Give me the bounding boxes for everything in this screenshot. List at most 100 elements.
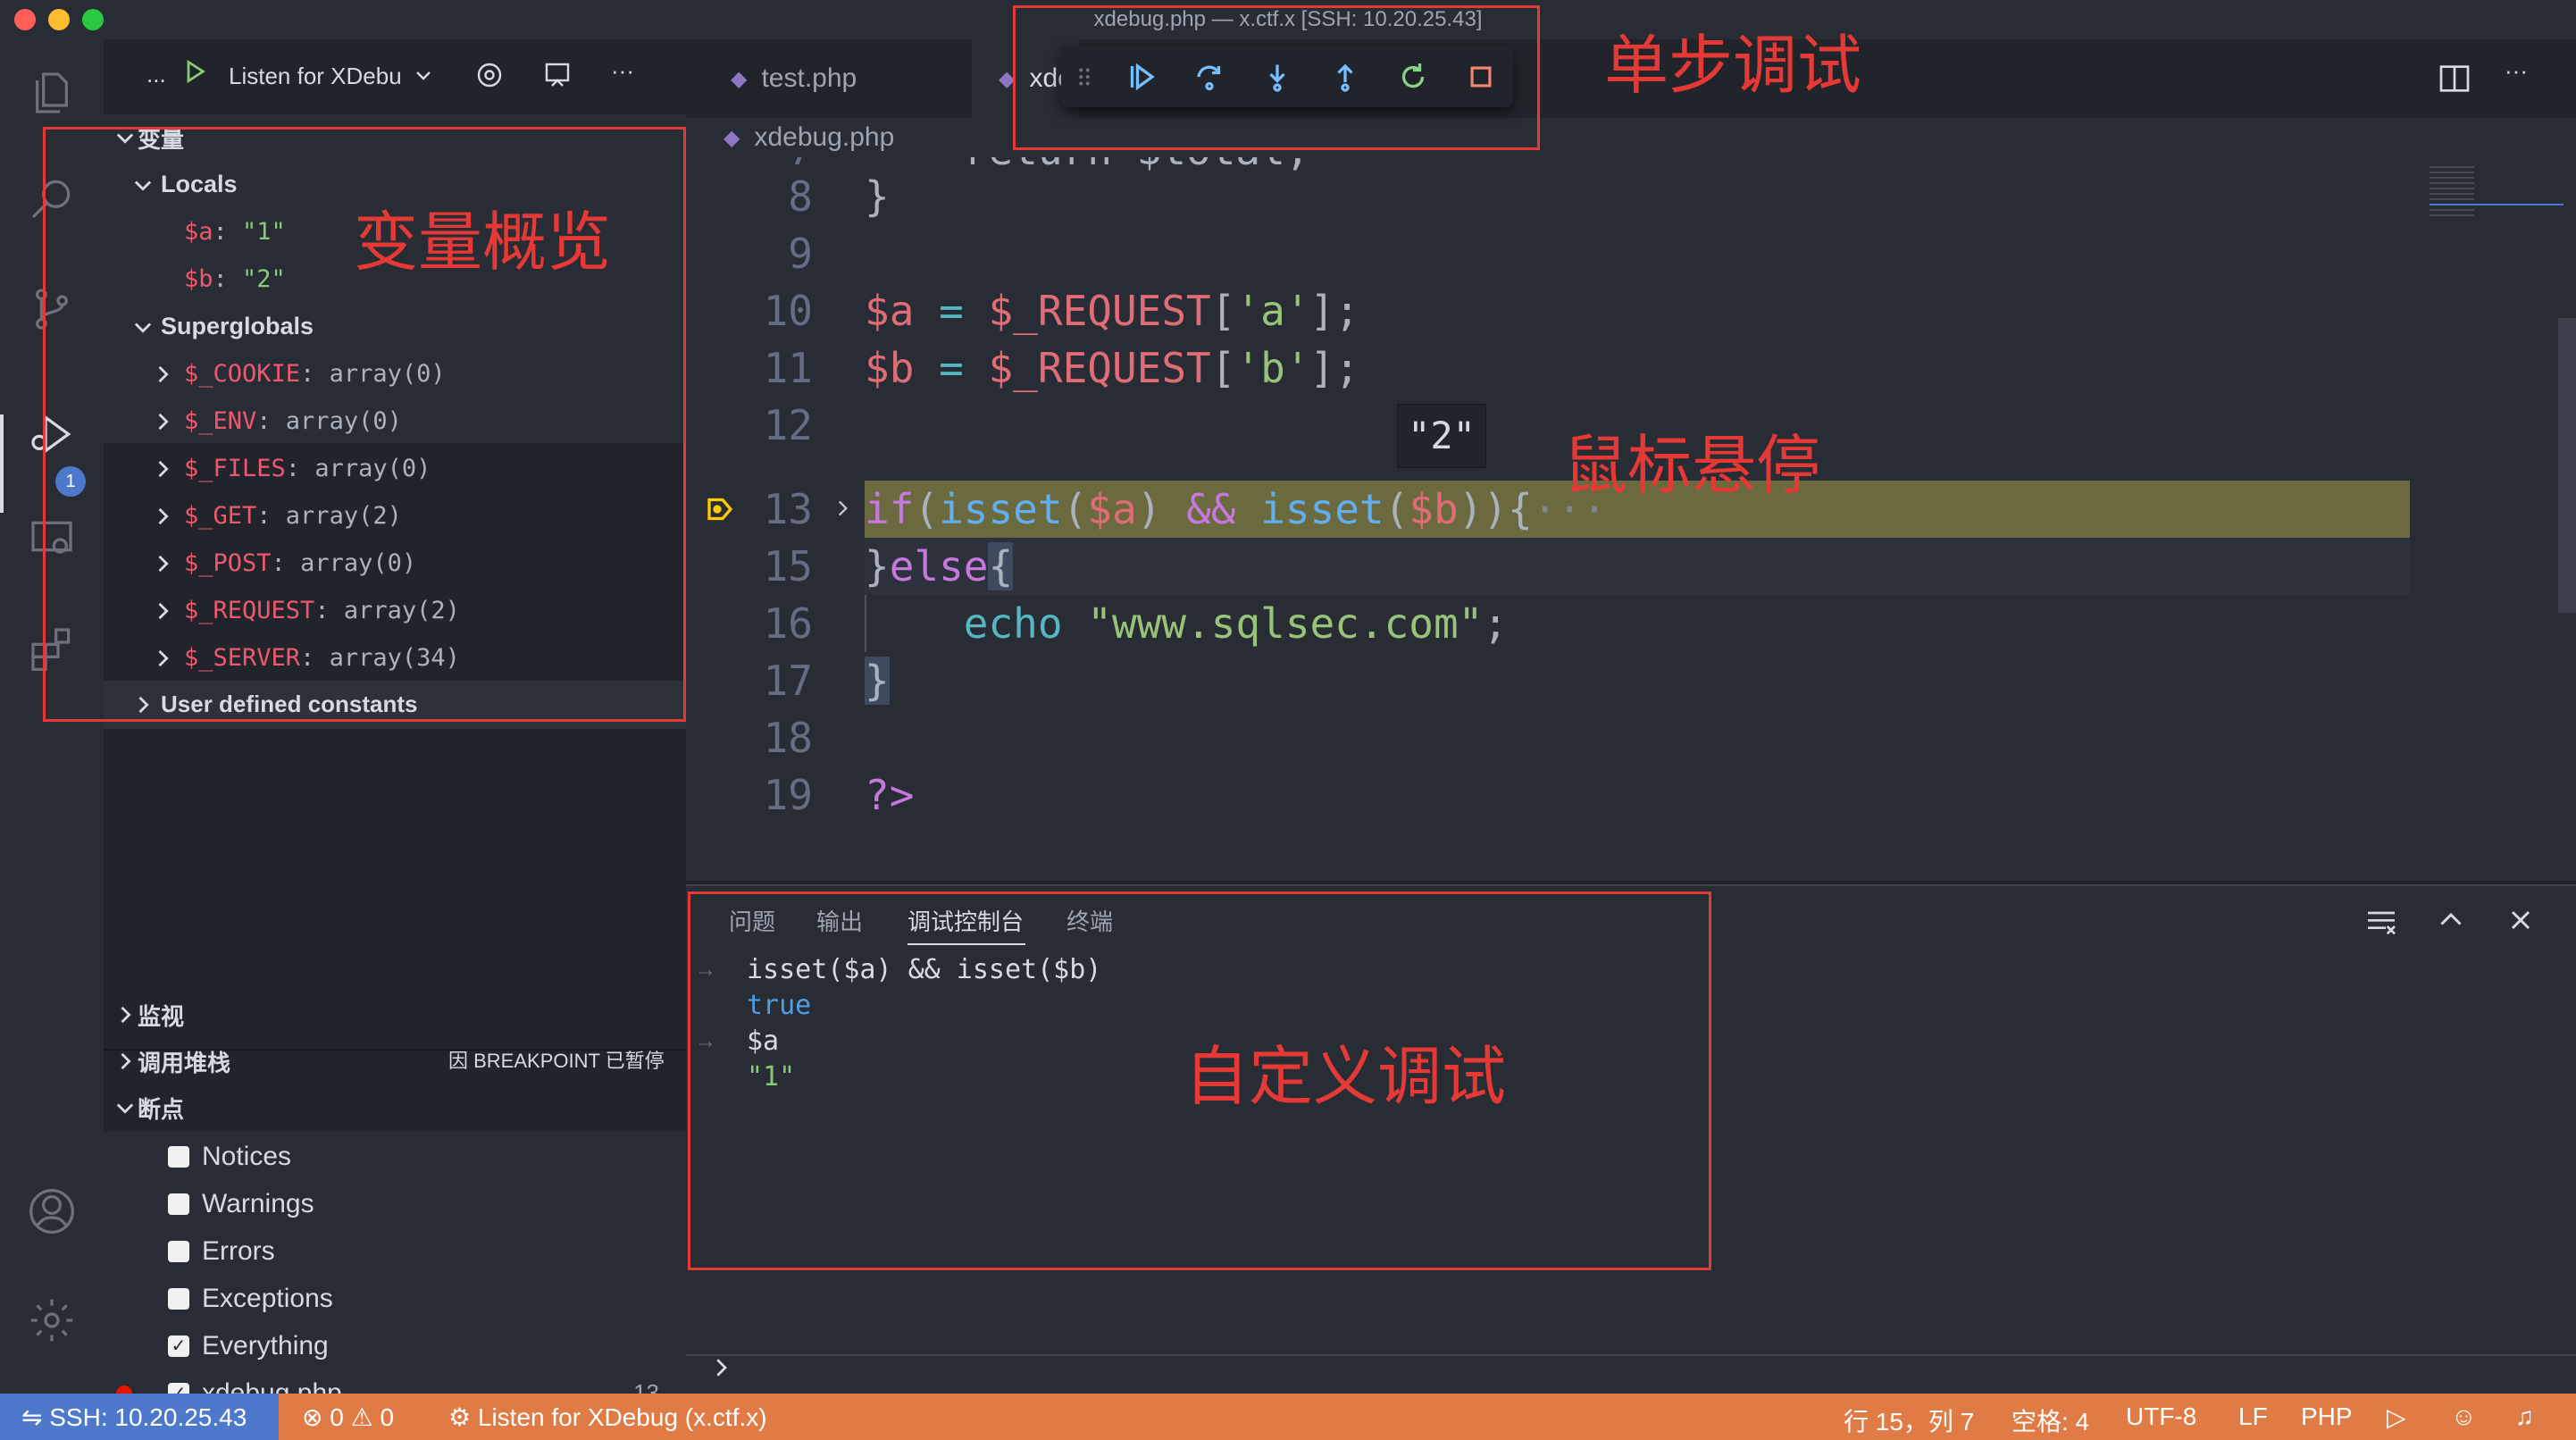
breadcrumb-file: xdebug.php bbox=[754, 122, 895, 152]
console-prompt-chevron-icon bbox=[707, 1354, 734, 1386]
callstack-label: 调用堆栈 bbox=[138, 1049, 231, 1076]
line-number: 19 bbox=[763, 771, 813, 819]
live-share-icon[interactable]: ▷ bbox=[2387, 1402, 2406, 1432]
notifications-bell-icon[interactable]: ♫ bbox=[2515, 1402, 2534, 1431]
code-line-19: 19 ?> bbox=[686, 766, 2576, 824]
php-elephant-icon: ◆ bbox=[723, 125, 740, 150]
breakpoint-label: Errors bbox=[202, 1235, 275, 1266]
code-text: }else{ bbox=[865, 542, 1014, 590]
hover-tooltip: "2" bbox=[1397, 404, 1486, 468]
line-number: 8 bbox=[788, 172, 813, 221]
remote-indicator[interactable]: ⇋ SSH: 10.20.25.43 bbox=[21, 1402, 247, 1432]
code-line-18: 18 bbox=[686, 709, 2576, 766]
tab-test-php[interactable]: ◆ test.php bbox=[704, 39, 972, 118]
annotation-custom-debug: 自定义调试 bbox=[1184, 1039, 1507, 1114]
debug-config-label: Listen for XDebug (x.ctf.x) bbox=[477, 1403, 767, 1431]
breakpoint-paused-icon[interactable] bbox=[704, 493, 736, 529]
breakpoint-item[interactable]: ✓ Everything bbox=[154, 1322, 686, 1369]
editor-more-icon[interactable]: ··· bbox=[2505, 57, 2528, 85]
breakpoint-label: Warnings bbox=[202, 1188, 314, 1218]
code-text: echo "www.sqlsec.com"; bbox=[963, 599, 1509, 648]
breakpoint-label: Exceptions bbox=[202, 1283, 333, 1313]
debug-config-select[interactable]: Listen for XDebu bbox=[229, 63, 402, 90]
code-text: $b = $_REQUEST['b']; bbox=[865, 344, 1359, 392]
fold-chevron-icon[interactable] bbox=[831, 497, 854, 523]
annotation-mouse-hover: 鼠标悬停 bbox=[1563, 428, 1821, 503]
code-line-16: 16 echo "www.sqlsec.com"; bbox=[686, 595, 2576, 652]
indentation[interactable]: 空格: 4 bbox=[2011, 1402, 2089, 1438]
line-number: 18 bbox=[763, 714, 813, 762]
breakpoint-checkbox[interactable] bbox=[168, 1145, 189, 1168]
line-number: 16 bbox=[763, 599, 813, 648]
problems-indicator[interactable]: ⊗ 0 ⚠ 0 bbox=[302, 1402, 394, 1432]
debug-config-status[interactable]: ⚙ Listen for XDebug (x.ctf.x) bbox=[448, 1402, 767, 1432]
code-line-15: 15 }else{ bbox=[686, 538, 2576, 595]
watch-label: 监视 bbox=[138, 1002, 185, 1030]
sidebar-more-dots[interactable]: ... bbox=[146, 61, 166, 88]
line-number: 9 bbox=[788, 230, 813, 278]
remote-icon: ⇋ bbox=[21, 1403, 43, 1431]
code-line-9: 9 bbox=[686, 225, 2576, 282]
error-count: 0 bbox=[330, 1403, 344, 1431]
line-number: 12 bbox=[763, 401, 813, 449]
code-text: } bbox=[865, 172, 890, 221]
breakpoint-item[interactable]: Warnings bbox=[154, 1180, 686, 1227]
breakpoint-item[interactable]: Notices bbox=[154, 1133, 686, 1180]
breadcrumb[interactable]: ◆ xdebug.php bbox=[686, 118, 2576, 157]
line-number: 10 bbox=[763, 287, 813, 335]
callstack-status: 因 BREAKPOINT 已暂停 bbox=[448, 1050, 665, 1072]
debug-console-icon[interactable] bbox=[541, 59, 573, 96]
minimap-code bbox=[2430, 166, 2474, 220]
code-line-17: 17 } bbox=[686, 652, 2576, 709]
breakpoint-checkbox[interactable] bbox=[168, 1287, 189, 1310]
code-line-10: 10 $a = $_REQUEST['a']; bbox=[686, 282, 2576, 339]
explorer-icon[interactable] bbox=[23, 64, 80, 121]
feedback-icon[interactable]: ☺ bbox=[2451, 1402, 2477, 1431]
split-editor-icon[interactable] bbox=[2437, 61, 2472, 101]
breakpoint-item[interactable]: Errors bbox=[154, 1227, 686, 1275]
breakpoint-checkbox[interactable] bbox=[168, 1240, 189, 1262]
php-elephant-icon: ◆ bbox=[731, 66, 748, 91]
breakpoint-checkbox[interactable] bbox=[168, 1193, 189, 1215]
chevron-down-icon[interactable] bbox=[413, 64, 434, 90]
error-icon: ⊗ bbox=[302, 1403, 323, 1431]
annotation-variables-overview: 变量概览 bbox=[354, 205, 612, 280]
line-number: 11 bbox=[763, 344, 813, 392]
console-repl-input[interactable] bbox=[686, 1356, 2576, 1395]
maximize-panel-icon[interactable] bbox=[2435, 904, 2467, 941]
minimap-marker bbox=[2430, 204, 2563, 205]
breakpoints-label: 断点 bbox=[138, 1095, 185, 1123]
scrollbar-thumb[interactable] bbox=[2558, 318, 2576, 613]
encoding[interactable]: UTF-8 bbox=[2126, 1402, 2196, 1431]
gear-icon[interactable] bbox=[473, 59, 506, 96]
breakpoint-label: Notices bbox=[202, 1141, 292, 1171]
code-text: } bbox=[865, 657, 890, 705]
settings-gear-icon[interactable] bbox=[23, 1292, 80, 1349]
tab-label: test.php bbox=[761, 63, 857, 93]
close-panel-icon[interactable] bbox=[2505, 904, 2537, 941]
code-text: ?> bbox=[865, 771, 915, 819]
code-line-11: 11 $b = $_REQUEST['b']; bbox=[686, 339, 2576, 397]
more-icon[interactable]: ··· bbox=[611, 57, 634, 85]
line-number: 17 bbox=[763, 657, 813, 705]
active-indicator bbox=[0, 414, 4, 513]
annotation-step-debug: 单步调试 bbox=[1604, 28, 1862, 103]
breakpoint-checkbox[interactable]: ✓ bbox=[168, 1335, 189, 1357]
language-mode[interactable]: PHP bbox=[2301, 1402, 2353, 1431]
breakpoint-item[interactable]: Exceptions bbox=[154, 1275, 686, 1322]
debug-icon: ⚙ bbox=[448, 1403, 472, 1431]
code-text: $a = $_REQUEST['a']; bbox=[865, 287, 1359, 335]
end-of-line[interactable]: LF bbox=[2238, 1402, 2268, 1431]
breakpoints-header[interactable]: 断点 bbox=[113, 1084, 184, 1131]
cursor-position[interactable]: 行 15，列 7 bbox=[1844, 1402, 1974, 1438]
callstack-header[interactable]: 调用堆栈 bbox=[113, 1038, 230, 1084]
remote-label: SSH: 10.20.25.43 bbox=[49, 1403, 247, 1431]
status-bar: ⇋ SSH: 10.20.25.43 ⊗ 0 ⚠ 0 ⚙ Listen for … bbox=[0, 1394, 2576, 1440]
clear-console-icon[interactable] bbox=[2363, 904, 2399, 944]
minimap[interactable] bbox=[2410, 157, 2576, 881]
code-editor[interactable]: 7 return $total; 8 } 9 10 $a = $_REQUEST… bbox=[686, 157, 2576, 881]
play-icon[interactable] bbox=[182, 59, 207, 88]
watch-header[interactable]: 监视 bbox=[113, 992, 184, 1038]
account-icon[interactable] bbox=[23, 1183, 80, 1240]
warning-count: 0 bbox=[380, 1403, 395, 1431]
